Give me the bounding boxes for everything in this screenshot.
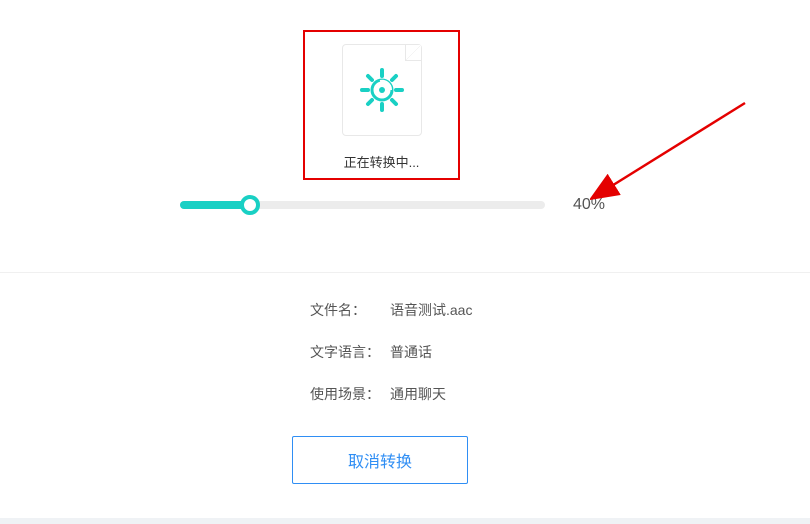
conversion-details: 文件名： 语音测试.aac 文字语言： 普通话 使用场景： 通用聊天 <box>310 300 472 426</box>
annotation-arrow <box>590 95 760 205</box>
scene-label: 使用场景： <box>310 384 390 404</box>
progress-track <box>180 201 545 209</box>
detail-row-language: 文字语言： 普通话 <box>310 342 472 362</box>
status-text: 正在转换中... <box>344 152 420 171</box>
progress-percent-label: 40% <box>573 196 605 214</box>
progress-thumb <box>240 195 260 215</box>
file-icon <box>342 44 422 136</box>
language-value: 普通话 <box>390 342 432 362</box>
cancel-button[interactable]: 取消转换 <box>292 436 468 484</box>
bottom-bar <box>0 518 810 524</box>
file-corner-fold <box>405 45 421 61</box>
detail-row-scene: 使用场景： 通用聊天 <box>310 384 472 404</box>
detail-row-filename: 文件名： 语音测试.aac <box>310 300 472 320</box>
language-label: 文字语言： <box>310 342 390 362</box>
progress-bar: 40% <box>180 196 610 214</box>
scene-value: 通用聊天 <box>390 384 446 404</box>
cancel-button-label: 取消转换 <box>348 448 412 472</box>
filename-label: 文件名： <box>310 300 390 320</box>
converting-highlight-box: 正在转换中... <box>303 30 460 180</box>
section-divider <box>0 272 810 273</box>
filename-value: 语音测试.aac <box>390 300 472 320</box>
gear-icon <box>359 67 405 113</box>
